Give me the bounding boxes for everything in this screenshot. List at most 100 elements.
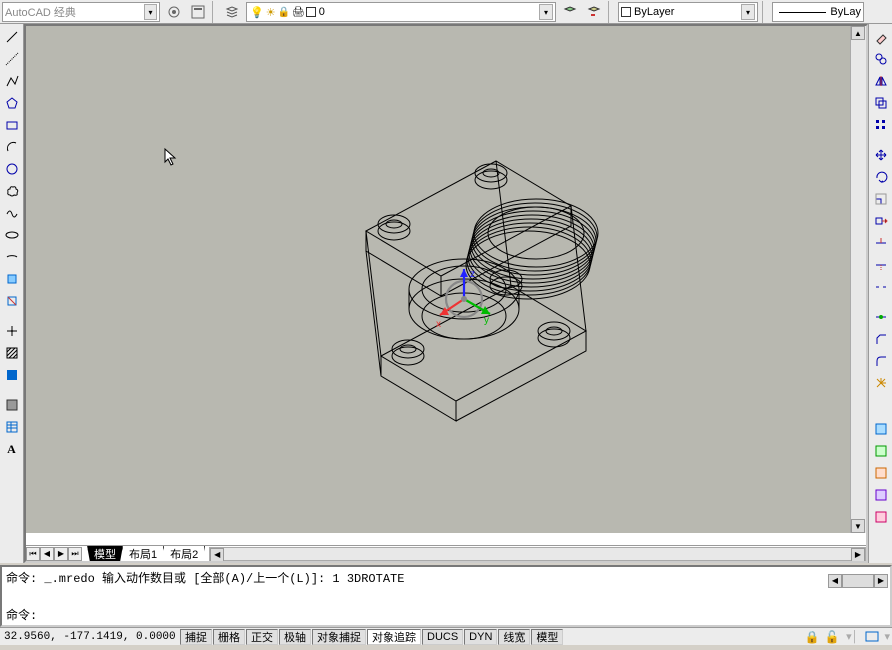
revision-cloud-tool[interactable]: [2, 181, 22, 201]
command-panel[interactable]: 命令: _.mredo 输入动作数目或 [全部(A)/上一个(L)]: 1 3D…: [0, 565, 892, 627]
make-block-tool[interactable]: [2, 291, 22, 311]
palette-b-icon[interactable]: [871, 441, 891, 461]
ortho-toggle[interactable]: 正交: [246, 629, 278, 645]
model-viewport[interactable]: z y x: [26, 26, 850, 533]
text-tool[interactable]: A: [2, 439, 22, 459]
copy-tool[interactable]: [871, 49, 891, 69]
arc-tool[interactable]: [2, 137, 22, 157]
scroll-down-icon[interactable]: ▼: [851, 519, 865, 533]
modelspace-toggle[interactable]: 模型: [531, 629, 563, 645]
lineweight-toggle[interactable]: 线宽: [498, 629, 530, 645]
circle-tool[interactable]: [2, 159, 22, 179]
palette-e-icon[interactable]: [871, 507, 891, 527]
join-tool[interactable]: [871, 307, 891, 327]
array-tool[interactable]: [871, 115, 891, 135]
layer-states-icon[interactable]: [559, 1, 581, 23]
palette-a-icon[interactable]: [871, 419, 891, 439]
chamfer-tool[interactable]: [871, 329, 891, 349]
point-tool[interactable]: [2, 321, 22, 341]
rotate-tool[interactable]: [871, 167, 891, 187]
stretch-tool[interactable]: [871, 211, 891, 231]
toolbar-icon[interactable]: [187, 1, 209, 23]
tab-layout2[interactable]: 布局2: [163, 546, 205, 562]
color-swatch: [621, 7, 631, 17]
status-bar: 32.9560, -177.1419, 0.0000 捕捉 栅格 正交 极轴 对…: [0, 627, 892, 645]
chevron-down-icon[interactable]: ▾: [884, 630, 890, 643]
tab-last-icon[interactable]: ⏭: [68, 547, 82, 561]
chevron-down-icon[interactable]: ▾: [741, 4, 755, 20]
workspace-settings-icon[interactable]: [163, 1, 185, 23]
scroll-right-icon[interactable]: ▶: [874, 574, 888, 588]
tab-layout1[interactable]: 布局1: [122, 546, 164, 562]
break-tool[interactable]: [871, 277, 891, 297]
gradient-tool[interactable]: [2, 365, 22, 385]
command-scrollbar[interactable]: ◀ ▶: [828, 574, 888, 588]
snap-toggle[interactable]: 捕捉: [180, 629, 212, 645]
offset-tool[interactable]: [871, 93, 891, 113]
workspace-input[interactable]: [5, 6, 144, 18]
line-preview: [779, 12, 826, 13]
ducs-toggle[interactable]: DUCS: [422, 629, 463, 645]
status-unlock-icon[interactable]: 🔓: [822, 627, 842, 647]
command-prompt[interactable]: 命令:: [6, 606, 886, 623]
erase-tool[interactable]: [871, 27, 891, 47]
layer-name: 0: [319, 6, 539, 18]
dyn-toggle[interactable]: DYN: [464, 629, 497, 645]
scroll-right-icon[interactable]: ▶: [851, 548, 865, 562]
extend-tool[interactable]: [871, 255, 891, 275]
tab-next-icon[interactable]: ▶: [54, 547, 68, 561]
table-tool[interactable]: [2, 417, 22, 437]
workspace-dropdown[interactable]: ▾: [2, 2, 160, 22]
lock-icon: 🔒: [278, 7, 290, 18]
svg-text:x: x: [436, 319, 441, 330]
explode-tool[interactable]: [871, 373, 891, 393]
layer-previous-icon[interactable]: [583, 1, 605, 23]
hatch-tool[interactable]: [2, 343, 22, 363]
sun-icon: ☀: [266, 6, 276, 19]
linetype-dropdown[interactable]: ByLay: [772, 2, 864, 22]
chevron-down-icon[interactable]: ▾: [539, 4, 553, 20]
color-dropdown[interactable]: ByLayer ▾: [618, 2, 758, 22]
layer-color-swatch: [306, 7, 316, 17]
polygon-tool[interactable]: [2, 93, 22, 113]
vertical-scrollbar[interactable]: ▲ ▼: [850, 26, 866, 533]
spline-tool[interactable]: [2, 203, 22, 223]
grid-toggle[interactable]: 栅格: [213, 629, 245, 645]
scroll-left-icon[interactable]: ◀: [210, 548, 224, 562]
scroll-up-icon[interactable]: ▲: [851, 26, 865, 40]
draw-toolbar: A: [0, 24, 24, 563]
line-tool[interactable]: [2, 27, 22, 47]
ellipse-tool[interactable]: [2, 225, 22, 245]
rectangle-tool[interactable]: [2, 115, 22, 135]
scroll-left-icon[interactable]: ◀: [828, 574, 842, 588]
tab-model[interactable]: 模型: [87, 546, 123, 562]
insert-block-tool[interactable]: [2, 269, 22, 289]
layer-manager-icon[interactable]: [221, 1, 243, 23]
mirror-tool[interactable]: [871, 71, 891, 91]
trim-tool[interactable]: [871, 233, 891, 253]
construction-line-tool[interactable]: [2, 49, 22, 69]
divider: [212, 1, 218, 23]
osnap-toggle[interactable]: 对象捕捉: [312, 629, 366, 645]
chevron-down-icon[interactable]: ▾: [144, 4, 157, 20]
svg-text:y: y: [484, 315, 489, 326]
ellipse-arc-tool[interactable]: [2, 247, 22, 267]
region-tool[interactable]: [2, 395, 22, 415]
status-lock-icon[interactable]: 🔒: [802, 627, 822, 647]
plot-icon: 🖨: [292, 7, 305, 18]
polyline-tool[interactable]: [2, 71, 22, 91]
palette-c-icon[interactable]: [871, 463, 891, 483]
status-screen-icon[interactable]: [862, 627, 882, 647]
move-tool[interactable]: [871, 145, 891, 165]
coordinates-readout[interactable]: 32.9560, -177.1419, 0.0000: [0, 631, 180, 643]
otrack-toggle[interactable]: 对象追踪: [367, 629, 421, 645]
horizontal-scrollbar[interactable]: ◀ ▶: [209, 547, 866, 561]
layer-dropdown[interactable]: 💡 ☀ 🔒 🖨 0 ▾: [246, 2, 556, 22]
tab-prev-icon[interactable]: ◀: [40, 547, 54, 561]
polar-toggle[interactable]: 极轴: [279, 629, 311, 645]
palette-d-icon[interactable]: [871, 485, 891, 505]
divider: [762, 1, 768, 23]
scale-tool[interactable]: [871, 189, 891, 209]
fillet-tool[interactable]: [871, 351, 891, 371]
tab-first-icon[interactable]: ⏮: [26, 547, 40, 561]
